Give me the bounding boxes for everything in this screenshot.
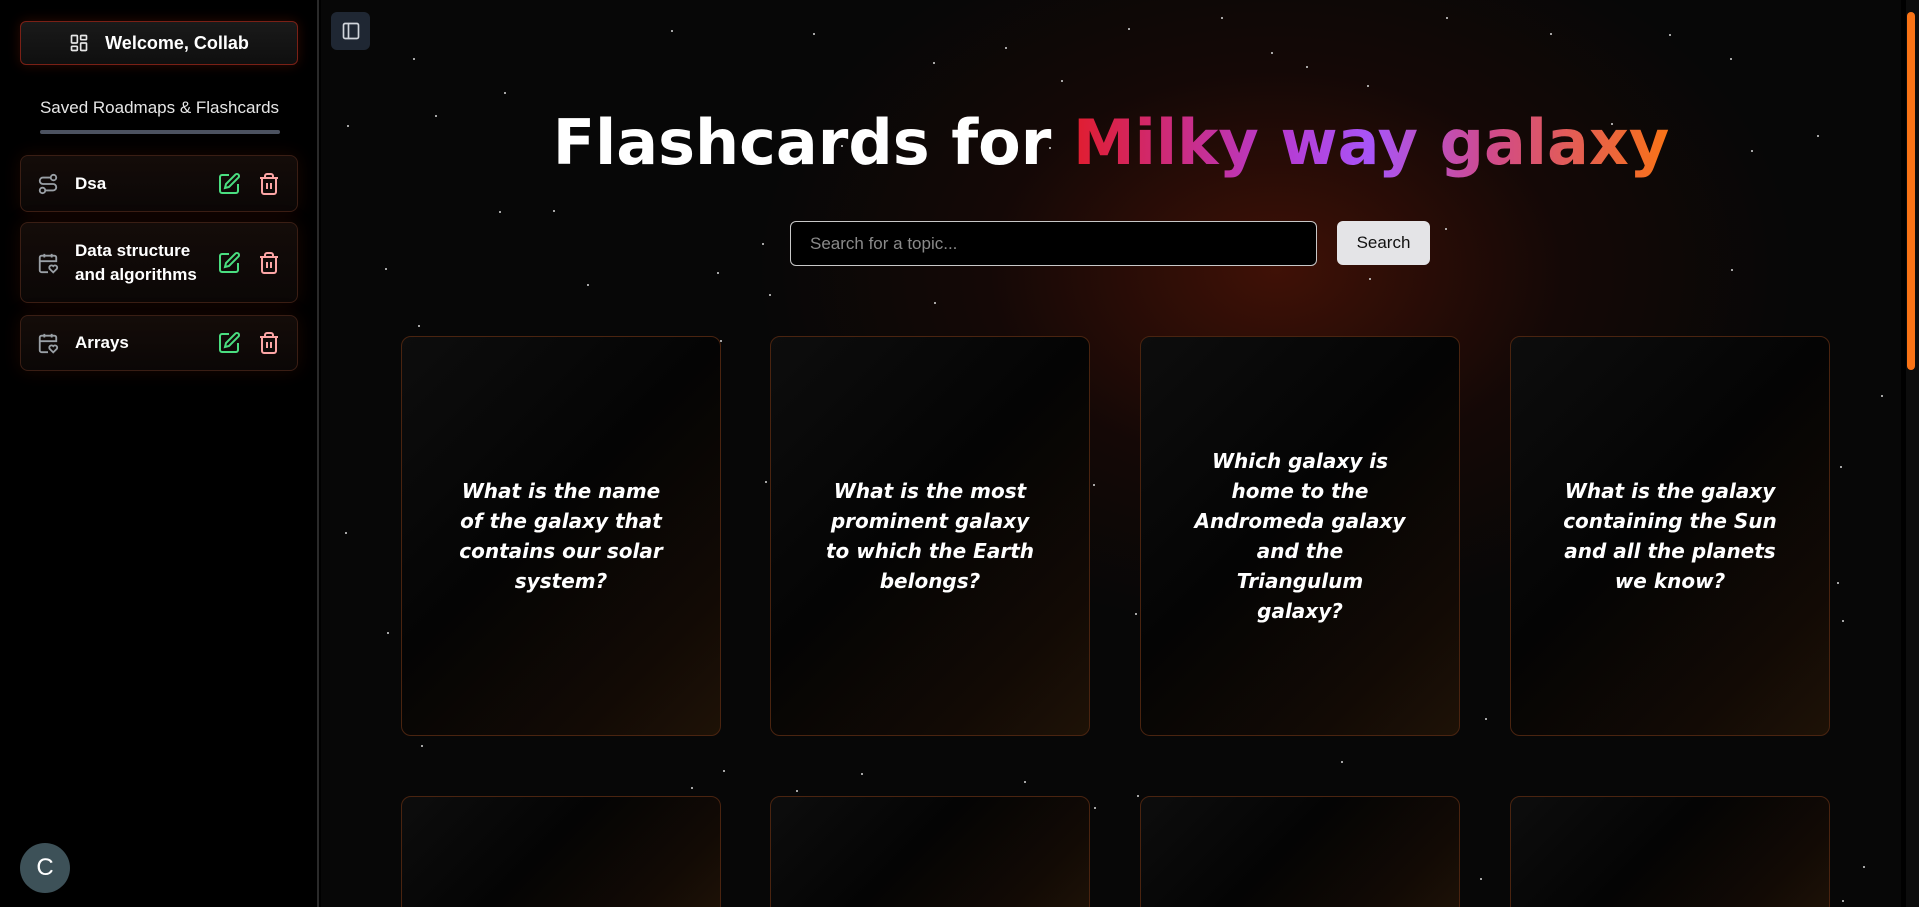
title-prefix: Flashcards for — [552, 106, 1073, 179]
edit-icon[interactable] — [217, 251, 241, 275]
welcome-label: Welcome, Collab — [105, 32, 249, 53]
title-topic: Milky way galaxy — [1072, 106, 1670, 179]
flashcard-question: Which galaxy is home to the Andromeda ga… — [1194, 449, 1406, 623]
flashcard[interactable]: What is the galaxy containing the Sun an… — [1510, 336, 1830, 736]
avatar[interactable]: C — [20, 843, 70, 893]
saved-item-dsa[interactable]: Dsa — [20, 155, 298, 212]
saved-item-label: Arrays — [75, 333, 129, 352]
flashcard[interactable]: What is the name of the galaxy that cont… — [401, 336, 721, 736]
scrollbar-thumb[interactable] — [1907, 12, 1915, 370]
flashcard-question: What is the most prominent galaxy to whi… — [825, 479, 1035, 593]
edit-icon[interactable] — [217, 331, 241, 355]
saved-item-arrays[interactable]: Arrays — [20, 315, 298, 371]
search-input[interactable] — [790, 221, 1317, 266]
flashcard[interactable] — [1510, 796, 1830, 907]
page-title: Flashcards for Milky way galaxy — [321, 106, 1901, 179]
trash-icon[interactable] — [257, 331, 281, 355]
calendar-heart-icon — [38, 253, 59, 274]
trash-icon[interactable] — [257, 251, 281, 275]
sidebar: Welcome, Collab Saved Roadmaps & Flashca… — [0, 0, 319, 907]
saved-section-title: Saved Roadmaps & Flashcards — [39, 98, 280, 117]
search-button[interactable]: Search — [1337, 221, 1430, 265]
main-content: Flashcards for Milky way galaxy Search W… — [321, 0, 1901, 907]
welcome-button[interactable]: Welcome, Collab — [20, 21, 298, 65]
flashcard[interactable] — [770, 796, 1090, 907]
flashcard-question: What is the name of the galaxy that cont… — [459, 479, 663, 593]
sidebar-toggle-button[interactable] — [331, 12, 370, 50]
route-icon — [38, 173, 58, 194]
calendar-heart-icon — [38, 333, 59, 354]
flashcard[interactable]: Which galaxy is home to the Andromeda ga… — [1140, 336, 1460, 736]
edit-icon[interactable] — [217, 172, 241, 196]
trash-icon[interactable] — [257, 172, 281, 196]
flashcard[interactable]: What is the most prominent galaxy to whi… — [770, 336, 1090, 736]
flashcard[interactable] — [401, 796, 721, 907]
panel-left-icon — [342, 22, 359, 40]
flashcard-question: What is the galaxy containing the Sun an… — [1563, 479, 1777, 593]
dashboard-icon — [70, 34, 88, 52]
saved-item-label: Dsa — [75, 173, 107, 193]
saved-item-data-structure-and-algorithms[interactable]: Data structure and algorithms — [20, 222, 298, 303]
section-divider — [40, 130, 280, 134]
flashcard[interactable] — [1140, 796, 1460, 907]
saved-item-label: Data structure and algorithms — [75, 240, 197, 284]
